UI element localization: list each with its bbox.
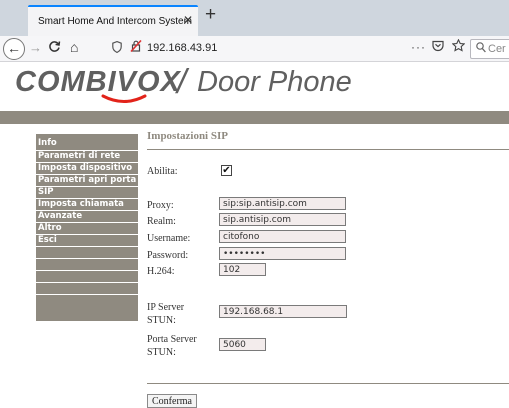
stun-ip-label: IP Server [147,302,185,313]
sidebar-spacer [36,295,138,321]
enable-checkbox[interactable]: ✔ [221,165,232,176]
proxy-label: Proxy: [147,200,174,211]
stun-ip-input[interactable] [219,305,347,318]
stun-ip-label-suffix: STUN: [147,315,176,326]
bookmark-star-icon[interactable] [451,38,466,55]
stun-port-label-suffix: STUN: [147,347,176,358]
divider [147,383,509,384]
search-placeholder: Cer [488,43,506,55]
logo-swoosh-icon [101,94,147,103]
password-input[interactable] [219,247,346,260]
page-title: Impostazioni SIP [147,130,228,142]
sidebar-spacer [36,283,138,294]
sidebar-menu: Info Parametri di rete Imposta dispositi… [36,134,138,322]
sidebar-item-device-settings[interactable]: Imposta dispositivo [36,163,138,174]
page-actions-icon[interactable]: ··· [411,40,426,54]
search-icon [476,42,486,56]
proxy-input[interactable] [219,197,346,210]
password-label: Password: [147,250,189,261]
sidebar-item-exit[interactable]: Esci [36,235,138,246]
sidebar-item-info[interactable]: Info [36,134,138,150]
realm-label: Realm: [147,216,176,227]
close-icon[interactable]: ✕ [183,13,193,27]
logo-separator: / [177,63,187,101]
confirm-button[interactable]: Conferma [147,394,197,408]
reload-icon[interactable] [48,40,61,56]
back-arrow-icon[interactable]: ← [3,38,25,60]
forward-arrow-icon[interactable]: → [29,40,42,55]
h264-label: H.264: [147,266,175,277]
sidebar-item-other[interactable]: Altro [36,223,138,234]
header-bar [0,111,509,124]
sidebar-item-network-parameters[interactable]: Parametri di rete [36,151,138,162]
sidebar-item-advanced[interactable]: Avanzate [36,211,138,222]
pocket-icon[interactable] [432,40,444,55]
realm-input[interactable] [219,213,346,226]
sidebar-spacer [36,247,138,258]
browser-nav-bar: ← → ⌂ 192.168.43.91 ··· Cer [0,36,509,62]
logo-brand: COMBIVOX [15,66,181,98]
username-input[interactable] [219,230,346,243]
username-label: Username: [147,233,191,244]
sidebar-spacer [36,271,138,282]
enable-label: Abilita: [147,166,178,177]
sidebar-item-door-opening[interactable]: Parametri apri porta [36,175,138,186]
divider [147,149,509,150]
h264-input[interactable] [219,263,266,276]
sidebar-item-sip[interactable]: SIP [36,187,138,198]
tab-title: Smart Home And Intercom System [38,16,192,27]
stun-port-label: Porta Server [147,334,197,345]
address-bar-url[interactable]: 192.168.43.91 [147,42,217,54]
sidebar-item-call-settings[interactable]: Imposta chiamata [36,199,138,210]
sidebar-spacer [36,259,138,270]
browser-tab-bar: Smart Home And Intercom System ✕ + [0,0,509,36]
logo-product: Door Phone [197,66,352,98]
insecure-lock-icon[interactable] [130,39,142,55]
home-icon[interactable]: ⌂ [70,39,78,55]
shield-icon[interactable] [112,40,122,56]
browser-tab-active[interactable]: Smart Home And Intercom System ✕ [28,5,198,36]
new-tab-button[interactable]: + [205,4,216,26]
search-input[interactable]: Cer [470,39,509,59]
stun-port-input[interactable] [219,338,266,351]
